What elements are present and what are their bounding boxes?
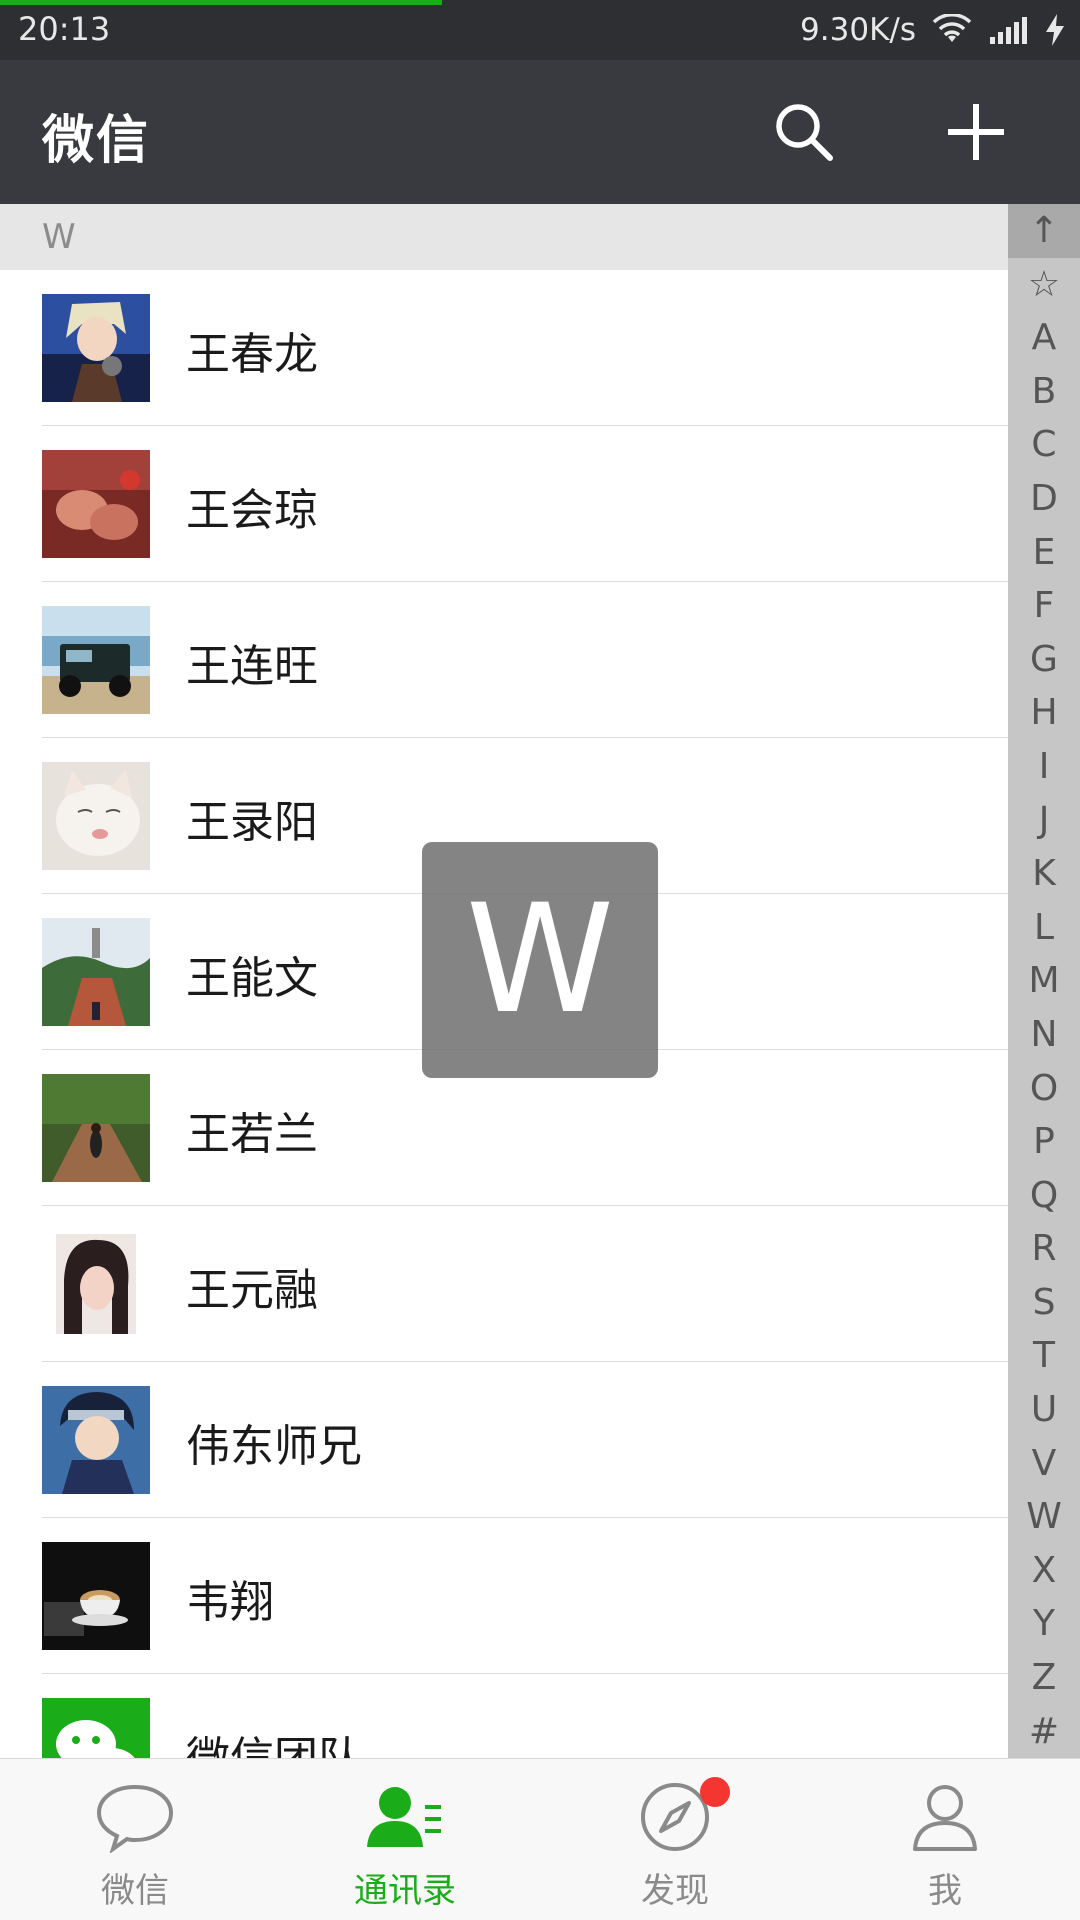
tab-discover[interactable]: 发现 <box>540 1759 810 1920</box>
contact-name: 王录阳 <box>186 797 318 848</box>
wechat-contacts-screen: 20:13 9.30K/s 微信 W 王春龙 王会琼 王连旺 王录阳 王能文 王… <box>0 0 1080 1920</box>
list-item[interactable]: 微信团队 <box>0 1674 1008 1758</box>
index-item-t[interactable]: T <box>1008 1329 1080 1383</box>
index-item-star[interactable]: ☆ <box>1008 258 1080 312</box>
index-item-g[interactable]: G <box>1008 633 1080 687</box>
chat-bubble-icon <box>96 1784 174 1853</box>
index-item-y[interactable]: Y <box>1008 1597 1080 1651</box>
contact-name: 王元融 <box>186 1265 318 1316</box>
charging-icon <box>1046 14 1064 46</box>
index-item-p[interactable]: P <box>1008 1115 1080 1169</box>
index-item-n[interactable]: N <box>1008 1008 1080 1062</box>
avatar-hands <box>42 450 150 558</box>
status-right-group: 9.30K/s <box>800 10 1066 50</box>
index-item-i[interactable]: I <box>1008 740 1080 794</box>
contact-name: 王连旺 <box>186 641 318 692</box>
tab-me[interactable]: 我 <box>810 1759 1080 1920</box>
index-letter-overlay: W <box>422 842 658 1078</box>
avatar-anime-singer <box>42 294 150 402</box>
signal-icon <box>990 17 1027 44</box>
bottom-tab-bar: 微信 通讯录 发现 我 <box>0 1758 1080 1920</box>
index-item-o[interactable]: O <box>1008 1062 1080 1116</box>
index-item-up[interactable]: ↑ <box>1008 204 1080 258</box>
search-icon[interactable] <box>772 100 836 164</box>
contact-name: 韦翔 <box>186 1577 274 1628</box>
index-item-hash[interactable]: # <box>1008 1705 1080 1759</box>
index-item-u[interactable]: U <box>1008 1383 1080 1437</box>
index-item-z[interactable]: Z <box>1008 1651 1080 1705</box>
index-item-s[interactable]: S <box>1008 1276 1080 1330</box>
list-item[interactable]: 王春龙 <box>0 270 1008 426</box>
contact-name: 王能文 <box>186 953 318 1004</box>
title-bar: 微信 <box>0 60 1080 204</box>
index-item-x[interactable]: X <box>1008 1544 1080 1598</box>
contact-name: 王春龙 <box>186 329 318 380</box>
network-speed: 9.30K/s <box>800 12 916 48</box>
index-item-m[interactable]: M <box>1008 954 1080 1008</box>
avatar-landscape <box>42 918 150 1026</box>
index-item-h[interactable]: H <box>1008 686 1080 740</box>
index-item-c[interactable]: C <box>1008 418 1080 472</box>
list-item[interactable]: 王元融 <box>0 1206 1008 1362</box>
avatar-cat <box>42 762 150 870</box>
tab-label: 微信 <box>101 1871 169 1911</box>
contact-name: 王若兰 <box>186 1109 318 1160</box>
status-bar: 20:13 9.30K/s <box>0 0 1080 60</box>
index-item-b[interactable]: B <box>1008 365 1080 419</box>
tab-label: 通讯录 <box>354 1871 456 1911</box>
avatar-forest-path <box>42 1074 150 1182</box>
tab-label: 我 <box>928 1871 962 1911</box>
avatar-wechat-logo <box>42 1698 150 1758</box>
loading-progress-bar <box>0 0 442 5</box>
status-time: 20:13 <box>18 10 111 48</box>
discover-badge-dot <box>700 1777 730 1807</box>
index-item-l[interactable]: L <box>1008 901 1080 955</box>
person-icon <box>913 1785 977 1851</box>
index-item-e[interactable]: E <box>1008 526 1080 580</box>
tab-contacts[interactable]: 通讯录 <box>270 1759 540 1920</box>
plus-icon[interactable] <box>944 100 1008 164</box>
index-item-w[interactable]: W <box>1008 1490 1080 1544</box>
index-item-q[interactable]: Q <box>1008 1169 1080 1223</box>
list-item[interactable]: 王会琼 <box>0 426 1008 582</box>
wifi-icon <box>932 14 972 42</box>
section-header-letter: W <box>0 204 1008 270</box>
alphabet-index-bar[interactable]: ↑ ☆ A B C D E F G H I J K L M N O P Q R … <box>1008 204 1080 1758</box>
tab-chats[interactable]: 微信 <box>0 1759 270 1920</box>
contact-name: 王会琼 <box>186 485 318 536</box>
avatar-coffee <box>42 1542 150 1650</box>
contact-name: 微信团队 <box>186 1722 362 1758</box>
avatar-jeep <box>42 606 150 714</box>
contacts-icon <box>367 1787 441 1847</box>
index-item-d[interactable]: D <box>1008 472 1080 526</box>
tab-label: 发现 <box>641 1871 709 1911</box>
page-title: 微信 <box>42 111 151 171</box>
index-item-v[interactable]: V <box>1008 1437 1080 1491</box>
index-item-f[interactable]: F <box>1008 579 1080 633</box>
index-item-r[interactable]: R <box>1008 1222 1080 1276</box>
list-item[interactable]: 韦翔 <box>0 1518 1008 1674</box>
list-item[interactable]: 王连旺 <box>0 582 1008 738</box>
avatar-portrait <box>42 1230 150 1338</box>
list-item[interactable]: 伟东师兄 <box>0 1362 1008 1518</box>
avatar-anime-ninja <box>42 1386 150 1494</box>
index-item-a[interactable]: A <box>1008 311 1080 365</box>
contact-name: 伟东师兄 <box>186 1421 362 1472</box>
index-item-k[interactable]: K <box>1008 847 1080 901</box>
index-item-j[interactable]: J <box>1008 794 1080 848</box>
